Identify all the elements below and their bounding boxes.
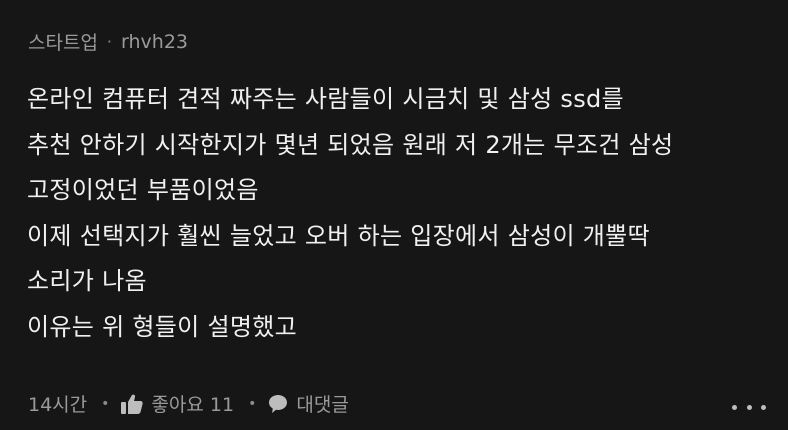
footer-separator: • [101,395,110,412]
comment: 스타트업 · rhvh23 온라인 컴퓨터 견적 짜주는 사람들이 시금치 및 … [27,0,772,430]
speech-bubble-icon [268,394,288,414]
more-dot [761,404,766,410]
comment-meta: 스타트업 · rhvh23 [28,28,188,55]
author-badge[interactable]: 스타트업 [28,28,98,55]
like-label: 좋아요 [151,394,204,416]
more-dot [746,404,752,410]
reply-button[interactable]: 대댓글 [268,390,349,417]
username[interactable]: rhvh23 [121,31,188,53]
comment-line: 소리가 나옴 [27,267,147,295]
like-button[interactable]: 좋아요 11 [121,390,234,417]
comment-body: 온라인 컴퓨터 견적 짜주는 사람들이 시금치 및 삼성 ssd를 추천 안하기… [27,77,767,350]
comment-line: 이제 선택지가 훨씬 늘었고 오버 하는 입장에서 삼성이 개뿔딱 [27,221,650,250]
like-count: 11 [209,394,235,416]
footer-separator: • [248,395,257,412]
more-dots-icon[interactable] [732,397,766,417]
comment-line: 온라인 컴퓨터 견적 짜주는 사람들이 시금치 및 삼성 ssd를 [27,85,624,113]
comment-time: 14시간 [28,394,88,416]
reply-label: 대댓글 [296,394,349,416]
comment-line: 이유는 위 형들이 설명했고 [27,312,297,341]
comment-line: 추천 안하기 시작한지가 몇년 되었음 원래 저 2개는 무조건 삼성 [27,130,674,159]
more-dot [732,404,737,410]
comment-footer: 14시간 • 좋아요 11 • 대댓글 [28,390,349,417]
thumbs-up-icon [121,394,144,414]
comment-line: 고정이었던 부품이었음 [27,176,259,204]
meta-separator: · [106,32,113,51]
